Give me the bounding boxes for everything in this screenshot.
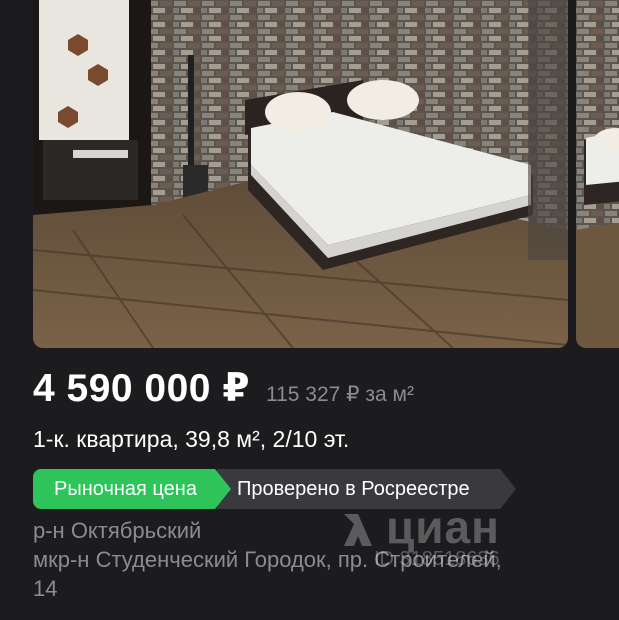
listing-badges: Рыночная цена Проверено в Росреестре (33, 469, 516, 509)
apartment-photo-image (33, 0, 568, 348)
market-price-badge[interactable]: Рыночная цена (33, 469, 231, 509)
listing-photo-next[interactable] (576, 0, 619, 348)
price-per-square-meter: 115 327 ₽ за м² (265, 383, 414, 406)
address-district: р-н Октябрьский (33, 518, 202, 543)
rosreestr-verified-badge[interactable]: Проверено в Росреестре (216, 469, 516, 509)
photo-gallery[interactable] (0, 0, 619, 350)
listing-price: 4 590 000 ₽ (33, 367, 250, 410)
listing-address: р-н Октябрьский мкр-н Студенческий Город… (33, 516, 619, 603)
address-street: мкр-н Студенческий Городок, пр. Строител… (33, 547, 502, 572)
address-house: 14 (33, 576, 58, 601)
price-row: 4 590 000 ₽ 115 327 ₽ за м² (33, 366, 414, 411)
listing-photo[interactable] (33, 0, 568, 348)
listing-title[interactable]: 1-к. квартира, 39,8 м², 2/10 эт. (33, 426, 349, 453)
apartment-photo-next-image (576, 0, 619, 348)
